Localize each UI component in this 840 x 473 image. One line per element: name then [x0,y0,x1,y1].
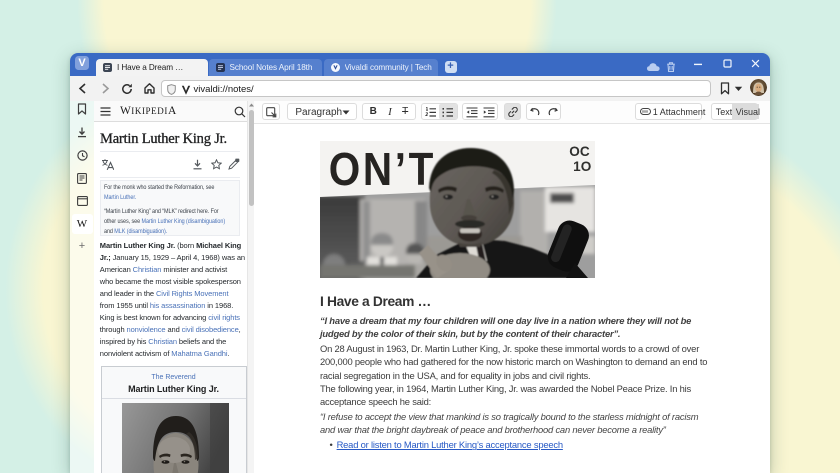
svg-text:ON’T: ON’T [329,145,436,196]
svg-text:OC: OC [569,144,589,159]
svg-text:1O: 1O [573,159,591,174]
